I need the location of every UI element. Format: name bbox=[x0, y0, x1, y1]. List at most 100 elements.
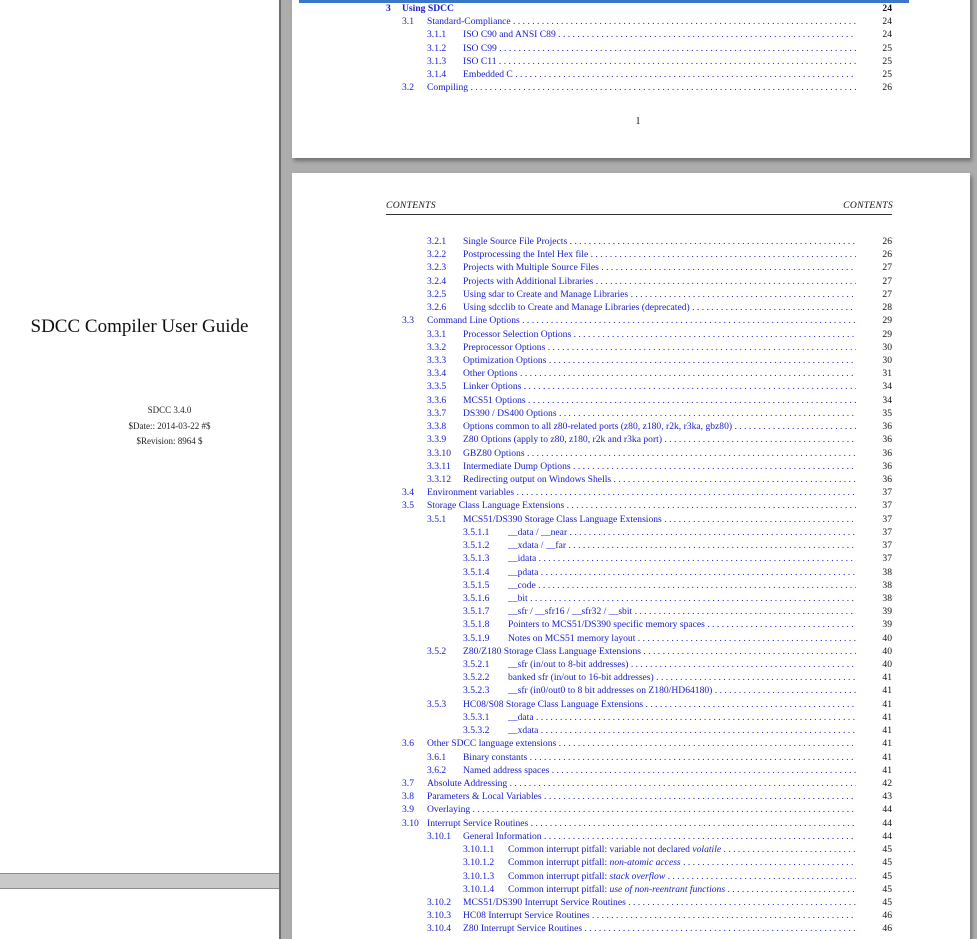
toc-entry[interactable]: 3.10.1 General Information 44 bbox=[386, 830, 892, 843]
toc-entry[interactable]: 3.5.2.3 __sfr (in0/out0 to 8 bit addresse… bbox=[386, 684, 892, 697]
toc-entry-title[interactable]: MCS51 Options bbox=[463, 394, 856, 407]
toc-entry-title[interactable]: Z80 Interrupt Service Routines bbox=[463, 922, 856, 935]
toc-entry[interactable]: 3.5.1 MCS51/DS390 Storage Class Language … bbox=[386, 513, 892, 526]
toc-entry[interactable]: 3.5.3.1 __data 41 bbox=[386, 711, 892, 724]
toc-entry[interactable]: 3.5 Storage Class Language Extensions 37 bbox=[386, 499, 892, 512]
toc-entry[interactable]: 3.5.1.8 Pointers to MCS51/DS390 specific … bbox=[386, 618, 892, 631]
toc-entry[interactable]: 3.2.4 Projects with Additional Libraries 2… bbox=[386, 275, 892, 288]
toc-entry[interactable]: 3.1.1 ISO C90 and ANSI C89 24 bbox=[386, 28, 892, 41]
toc-entry-title[interactable]: Using SDCC bbox=[402, 2, 856, 15]
toc-entry-title[interactable]: __pdata bbox=[508, 566, 856, 579]
toc-entry-title[interactable]: Intermediate Dump Options bbox=[463, 460, 856, 473]
toc-entry[interactable]: 3.2.2 Postprocessing the Intel Hex file 26 bbox=[386, 248, 892, 261]
document-viewer[interactable]: 3Using SDCC243.1Standard-Compliance243.1… bbox=[281, 0, 977, 939]
toc-entry[interactable]: 3.1 Standard-Compliance 24 bbox=[386, 15, 892, 28]
toc-entry[interactable]: 3.3.1 Processor Selection Options 29 bbox=[386, 328, 892, 341]
toc-entry[interactable]: 3.3.3 Optimization Options 30 bbox=[386, 354, 892, 367]
toc-entry-title[interactable]: Processor Selection Options bbox=[463, 328, 856, 341]
toc-entry-title[interactable]: __idata bbox=[508, 552, 856, 565]
toc-entry-title[interactable]: ISO C11 bbox=[463, 55, 856, 68]
toc-entry-title[interactable]: __xdata / __far bbox=[508, 539, 856, 552]
toc-entry-title[interactable]: Using sdar to Create and Manage Librarie… bbox=[463, 288, 856, 301]
toc-entry[interactable]: 3.5.1.6 __bit 38 bbox=[386, 592, 892, 605]
toc-entry[interactable]: 3.5.2 Z80/Z180 Storage Class Language Ext… bbox=[386, 645, 892, 658]
toc-entry-title[interactable]: Common interrupt pitfall: variable not d… bbox=[508, 843, 856, 856]
toc-entry[interactable]: 3.5.2.2 banked sfr (in/out to 16-bit addr… bbox=[386, 671, 892, 684]
toc-entry[interactable]: 3.10.1.3 Common interrupt pitfall: stack … bbox=[386, 870, 892, 883]
toc-entry-title[interactable]: __data / __near bbox=[508, 526, 856, 539]
toc-entry[interactable]: 3.3.4 Other Options 31 bbox=[386, 367, 892, 380]
toc-entry[interactable]: 3.2.1 Single Source File Projects 26 bbox=[386, 235, 892, 248]
toc-entry[interactable]: 3.1.4 Embedded C 25 bbox=[386, 68, 892, 81]
toc-entry-title[interactable]: __code bbox=[508, 579, 856, 592]
toc-entry[interactable]: 3.5.3.2 __xdata 41 bbox=[386, 724, 892, 737]
toc-entry[interactable]: 3 Using SDCC 24 bbox=[386, 2, 892, 15]
toc-entry[interactable]: 3.6.2 Named address spaces 41 bbox=[386, 764, 892, 777]
toc-entry-title[interactable]: Common interrupt pitfall: non-atomic acc… bbox=[508, 856, 856, 869]
toc-entry[interactable]: 3.10 Interrupt Service Routines 44 bbox=[386, 817, 892, 830]
toc-entry-title[interactable]: Absolute Addressing bbox=[427, 777, 856, 790]
toc-entry-title[interactable]: GBZ80 Options bbox=[463, 447, 856, 460]
toc-entry-title[interactable]: Z80 Options (apply to z80, z180, r2k and… bbox=[463, 433, 856, 446]
toc-entry-title[interactable]: Overlaying bbox=[427, 803, 856, 816]
toc-entry[interactable]: 3.1.2 ISO C99 25 bbox=[386, 42, 892, 55]
toc-entry[interactable]: 3.5.1.1 __data / __near 37 bbox=[386, 526, 892, 539]
toc-entry-title[interactable]: Common interrupt pitfall: use of non-ree… bbox=[508, 883, 856, 896]
toc-entry[interactable]: 3.3.9 Z80 Options (apply to z80, z180, r2… bbox=[386, 433, 892, 446]
toc-entry-title[interactable]: Single Source File Projects bbox=[463, 235, 856, 248]
toc-entry-title[interactable]: Command Line Options bbox=[427, 314, 856, 327]
toc-entry-title[interactable]: __sfr / __sfr16 / __sfr32 / __sbit bbox=[508, 605, 856, 618]
toc-entry[interactable]: 3.10.1.1 Common interrupt pitfall: variab… bbox=[386, 843, 892, 856]
toc-entry-title[interactable]: __sfr (in/out to 8-bit addresses) bbox=[508, 658, 856, 671]
toc-entry-title[interactable]: __sfr (in0/out0 to 8 bit addresses on Z1… bbox=[508, 684, 856, 697]
toc-entry[interactable]: 3.2.5 Using sdar to Create and Manage Lib… bbox=[386, 288, 892, 301]
toc-entry[interactable]: 3.6 Other SDCC language extensions 41 bbox=[386, 737, 892, 750]
toc-entry-title[interactable]: Common interrupt pitfall: stack overflow bbox=[508, 870, 856, 883]
toc-entry-title[interactable]: __bit bbox=[508, 592, 856, 605]
toc-entry[interactable]: 3.2.3 Projects with Multiple Source Files… bbox=[386, 261, 892, 274]
toc-entry-title[interactable]: Pointers to MCS51/DS390 specific memory … bbox=[508, 618, 856, 631]
toc-entry-title[interactable]: __xdata bbox=[508, 724, 856, 737]
toc-entry[interactable]: 3.4 Environment variables 37 bbox=[386, 486, 892, 499]
toc-entry-title[interactable]: Environment variables bbox=[427, 486, 856, 499]
toc-entry[interactable]: 3.10.1.2 Common interrupt pitfall: non-at… bbox=[386, 856, 892, 869]
toc-entry[interactable]: 3.3.12 Redirecting output on Windows Shel… bbox=[386, 473, 892, 486]
toc-entry[interactable]: 3.5.1.5 __code 38 bbox=[386, 579, 892, 592]
toc-entry-title[interactable]: Notes on MCS51 memory layout bbox=[508, 632, 856, 645]
toc-entry-title[interactable]: Other SDCC language extensions bbox=[427, 737, 856, 750]
toc-entry-title[interactable]: Storage Class Language Extensions bbox=[427, 499, 856, 512]
toc-entry[interactable]: 3.1.3 ISO C11 25 bbox=[386, 55, 892, 68]
toc-entry-title[interactable]: Binary constants bbox=[463, 751, 856, 764]
toc-entry[interactable]: 3.10.4 Z80 Interrupt Service Routines 46 bbox=[386, 922, 892, 935]
toc-entry[interactable]: 3.10.2 MCS51/DS390 Interrupt Service Rout… bbox=[386, 896, 892, 909]
toc-entry[interactable]: 3.9 Overlaying 44 bbox=[386, 803, 892, 816]
toc-entry[interactable]: 3.2 Compiling 26 bbox=[386, 81, 892, 94]
toc-entry[interactable]: 3.8 Parameters & Local Variables 43 bbox=[386, 790, 892, 803]
toc-entry-title[interactable]: Named address spaces bbox=[463, 764, 856, 777]
toc-entry[interactable]: 3.5.1.3 __idata 37 bbox=[386, 552, 892, 565]
toc-entry-title[interactable]: HC08/S08 Storage Class Language Extensio… bbox=[463, 698, 856, 711]
toc-entry[interactable]: 3.3.7 DS390 / DS400 Options 35 bbox=[386, 407, 892, 420]
toc-entry[interactable]: 3.5.1.7 __sfr / __sfr16 / __sfr32 / __sbi… bbox=[386, 605, 892, 618]
toc-entry-title[interactable]: Optimization Options bbox=[463, 354, 856, 367]
toc-entry-title[interactable]: MCS51/DS390 Interrupt Service Routines bbox=[463, 896, 856, 909]
toc-entry[interactable]: 3.6.1 Binary constants 41 bbox=[386, 751, 892, 764]
toc-entry-title[interactable]: Redirecting output on Windows Shells bbox=[463, 473, 856, 486]
toc-entry-title[interactable]: __data bbox=[508, 711, 856, 724]
toc-entry-title[interactable]: Using sdcclib to Create and Manage Libra… bbox=[463, 301, 856, 314]
toc-entry-title[interactable]: MCS51/DS390 Storage Class Language Exten… bbox=[463, 513, 856, 526]
toc-entry-title[interactable]: ISO C99 bbox=[463, 42, 856, 55]
toc-entry-title[interactable]: Postprocessing the Intel Hex file bbox=[463, 248, 856, 261]
toc-entry-title[interactable]: Embedded C bbox=[463, 68, 856, 81]
toc-entry[interactable]: 3.3.6 MCS51 Options 34 bbox=[386, 394, 892, 407]
toc-entry-title[interactable]: banked sfr (in/out to 16-bit addresses) bbox=[508, 671, 856, 684]
toc-entry-title[interactable]: Projects with Additional Libraries bbox=[463, 275, 856, 288]
toc-entry-title[interactable]: Compiling bbox=[427, 81, 856, 94]
toc-entry[interactable]: 3.3.11 Intermediate Dump Options 36 bbox=[386, 460, 892, 473]
toc-entry-title[interactable]: Other Options bbox=[463, 367, 856, 380]
toc-entry[interactable]: 3.3 Command Line Options 29 bbox=[386, 314, 892, 327]
toc-entry-title[interactable]: Interrupt Service Routines bbox=[427, 817, 856, 830]
toc-entry[interactable]: 3.10.1.4 Common interrupt pitfall: use of… bbox=[386, 883, 892, 896]
toc-entry-title[interactable]: Parameters & Local Variables bbox=[427, 790, 856, 803]
toc-entry[interactable]: 3.5.1.9 Notes on MCS51 memory layout 40 bbox=[386, 632, 892, 645]
